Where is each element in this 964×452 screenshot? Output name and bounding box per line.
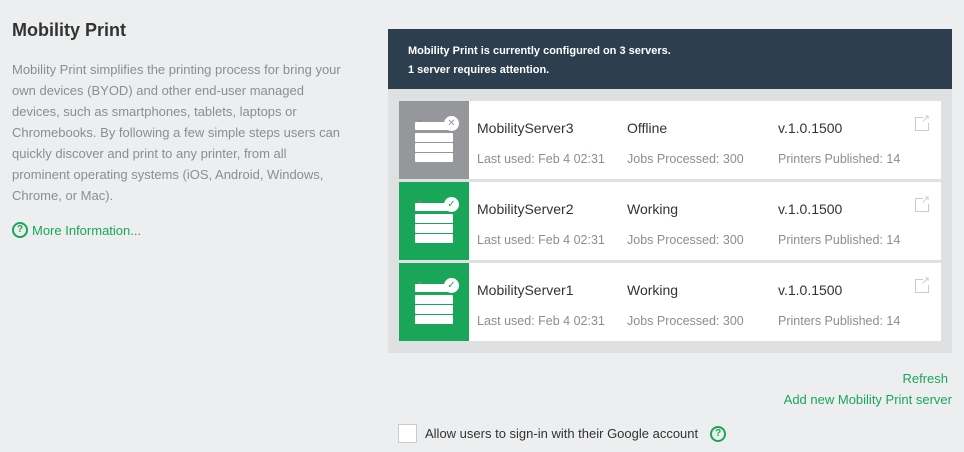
check-icon: ✓ [444, 197, 459, 212]
banner-line-2: 1 server requires attention. [408, 64, 550, 76]
server-jobs-processed: Jobs Processed: 300 [627, 233, 744, 247]
server-thumbnail: ✕ [399, 101, 469, 179]
server-last-used: Last used: Feb 4 02:31 [477, 314, 605, 328]
servers-panel: Mobility Print is currently configured o… [388, 29, 952, 353]
server-printers-published: Printers Published: 14 [778, 314, 901, 328]
server-printers-published: Printers Published: 14 [778, 152, 901, 166]
google-signin-checkbox[interactable] [398, 424, 417, 443]
server-thumbnail: ✓ [399, 182, 469, 260]
server-jobs-processed: Jobs Processed: 300 [627, 152, 744, 166]
server-row[interactable]: ✕ MobilityServer3 Offline v.1.0.1500 Las… [399, 101, 941, 179]
server-name: MobilityServer1 [477, 282, 574, 298]
banner-line-1: Mobility Print is currently configured o… [408, 45, 671, 57]
external-link-icon[interactable]: ↗ [915, 114, 931, 131]
help-icon[interactable]: ? [710, 425, 727, 442]
server-version: v.1.0.1500 [778, 282, 843, 298]
server-printers-published: Printers Published: 14 [778, 233, 901, 247]
external-link-icon[interactable]: ↗ [915, 195, 931, 212]
description-text: Mobility Print simplifies the printing p… [12, 62, 341, 203]
server-name: MobilityServer2 [477, 201, 574, 217]
server-jobs-processed: Jobs Processed: 300 [627, 314, 744, 328]
status-banner: Mobility Print is currently configured o… [388, 29, 952, 89]
server-row[interactable]: ✓ MobilityServer2 Working v.1.0.1500 Las… [399, 182, 941, 260]
server-status: Working [627, 201, 679, 217]
more-information-label: More Information... [32, 222, 142, 238]
server-version: v.1.0.1500 [778, 120, 843, 136]
add-server-link[interactable]: Add new Mobility Print server [784, 392, 952, 407]
external-link-icon[interactable]: ↗ [915, 276, 931, 293]
refresh-link[interactable]: Refresh [902, 371, 948, 386]
server-list: ✕ MobilityServer3 Offline v.1.0.1500 Las… [399, 101, 941, 344]
server-name: MobilityServer3 [477, 120, 574, 136]
server-last-used: Last used: Feb 4 02:31 [477, 233, 605, 247]
google-signin-option: Allow users to sign-in with their Google… [398, 424, 730, 443]
google-signin-label: Allow users to sign-in with their Google… [425, 426, 699, 441]
intro-section: Mobility Print Mobility Print simplifies… [12, 20, 342, 238]
server-row[interactable]: ✓ MobilityServer1 Working v.1.0.1500 Las… [399, 263, 941, 341]
page-title: Mobility Print [12, 20, 126, 40]
server-version: v.1.0.1500 [778, 201, 843, 217]
server-status: Working [627, 282, 679, 298]
help-icon: ? [12, 222, 28, 238]
more-information-link[interactable]: ? More Information... [12, 222, 342, 238]
server-status: Offline [627, 120, 668, 136]
check-icon: ✓ [444, 278, 459, 293]
server-thumbnail: ✓ [399, 263, 469, 341]
error-icon: ✕ [444, 116, 459, 131]
server-last-used: Last used: Feb 4 02:31 [477, 152, 605, 166]
